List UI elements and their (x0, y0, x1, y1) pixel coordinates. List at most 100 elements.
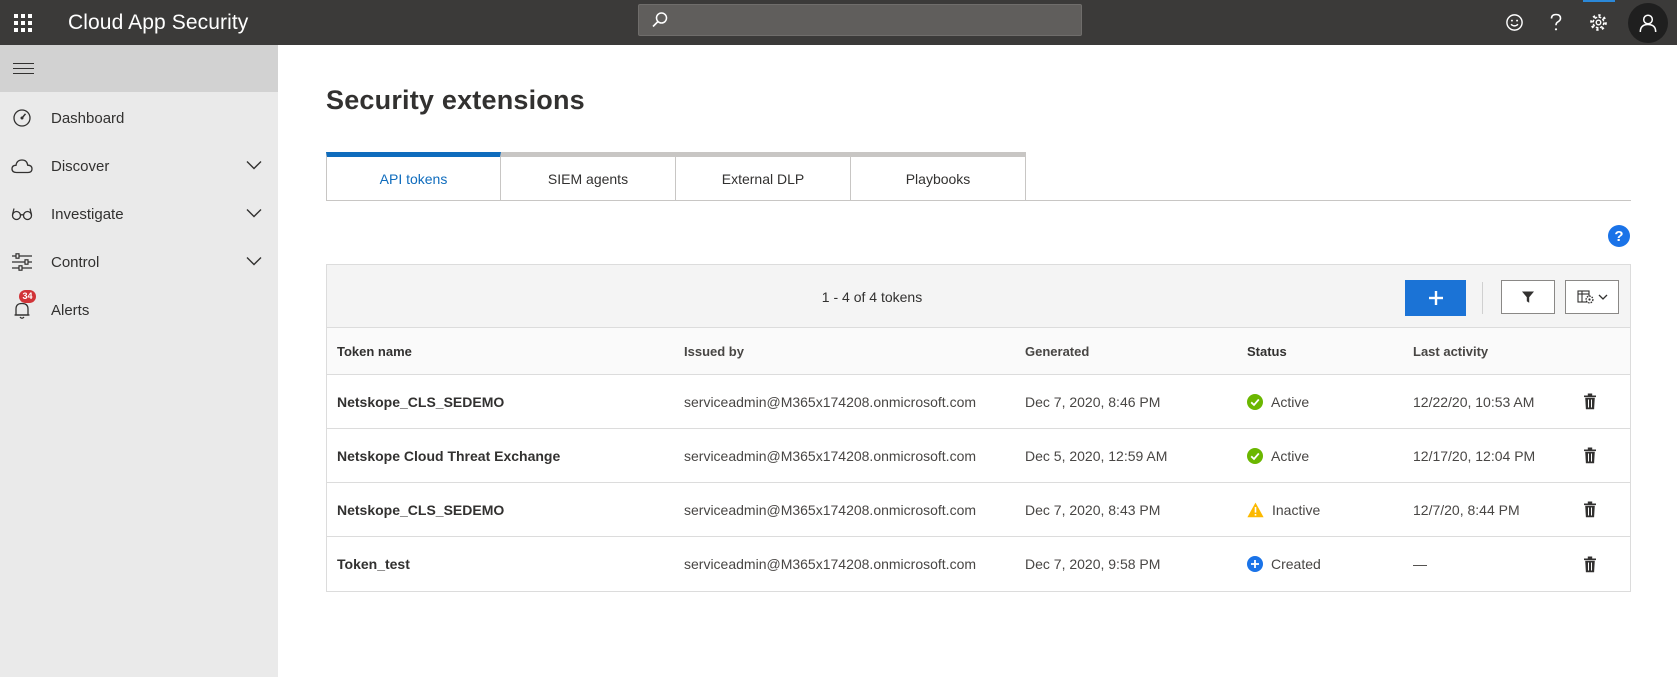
status-label: Active (1271, 447, 1310, 464)
issued-by-cell: serviceadmin@M365x174208.onmicrosoft.com (684, 447, 977, 464)
sidebar-item-label: Alerts (51, 301, 90, 319)
trash-icon (1584, 501, 1596, 518)
issued-by-cell: serviceadmin@M365x174208.onmicrosoft.com (684, 501, 977, 518)
help-icon[interactable]: ? (1608, 225, 1630, 247)
last-activity-cell: 12/17/20, 12:04 PM (1413, 447, 1536, 464)
trash-icon (1584, 556, 1596, 572)
dashboard-icon (11, 108, 33, 128)
token-name-cell: Token_test (337, 537, 410, 591)
generated-cell: Dec 7, 2020, 9:58 PM (1025, 556, 1161, 572)
sidebar: Dashboard Discover Investigate Control 3… (0, 45, 278, 677)
last-activity-cell: 12/7/20, 8:44 PM (1413, 501, 1520, 518)
table-settings-icon (1576, 290, 1594, 304)
tab-api-tokens[interactable]: API tokens (326, 152, 501, 201)
status-cell: Active (1247, 429, 1309, 482)
glasses-icon (11, 207, 33, 221)
delete-button[interactable] (1583, 375, 1597, 428)
settings-button[interactable] (1577, 0, 1619, 45)
chevron-down-icon (246, 161, 262, 170)
status-badge: Active (1247, 447, 1310, 464)
bell-icon: 34 (11, 290, 36, 320)
tab-bar: API tokens SIEM agents External DLP Play… (326, 152, 1026, 201)
collapse-nav-button[interactable] (0, 45, 278, 92)
alerts-count-badge: 34 (19, 290, 36, 303)
plus-icon (1428, 291, 1443, 305)
status-label: Active (1271, 393, 1310, 410)
table-row[interactable]: Netskope_CLS_SEDEMO serviceadmin@M365x17… (327, 483, 1630, 537)
status-cell: Created (1247, 537, 1321, 591)
chevron-down-icon (246, 209, 262, 218)
result-count: 1 - 4 of 4 tokens (821, 288, 923, 305)
trash-icon (1584, 447, 1596, 464)
help-button[interactable] (1535, 0, 1577, 45)
hamburger-icon (13, 59, 34, 78)
last-activity-cell: — (1413, 556, 1427, 572)
table-row[interactable]: Netskope Cloud Threat Exchange servicead… (327, 429, 1630, 483)
gear-icon (1589, 14, 1607, 31)
person-icon (1639, 13, 1657, 32)
feedback-button[interactable] (1493, 0, 1535, 45)
status-badge: Inactive (1247, 502, 1320, 518)
last-activity-cell: 12/22/20, 10:53 AM (1413, 393, 1535, 410)
chevron-down-icon (246, 257, 262, 266)
token-name: Netskope_CLS_SEDEMO (337, 501, 505, 518)
generated-cell: Dec 5, 2020, 12:59 AM (1025, 447, 1168, 464)
search-input[interactable] (638, 4, 1082, 36)
check-circle-icon (1247, 393, 1263, 410)
smiley-icon (1505, 14, 1523, 31)
column-header-issued-by[interactable]: Issued by (684, 328, 744, 374)
avatar[interactable] (1628, 2, 1668, 43)
add-token-button[interactable] (1405, 280, 1466, 316)
sidebar-item-investigate[interactable]: Investigate (0, 190, 278, 238)
column-header-generated[interactable]: Generated (1025, 328, 1089, 374)
status-label: Created (1271, 556, 1321, 572)
tokens-table: 1 - 4 of 4 tokens Token name Issued by G… (326, 264, 1631, 592)
filter-button[interactable] (1501, 280, 1555, 314)
status-label: Inactive (1272, 501, 1321, 518)
sidebar-item-discover[interactable]: Discover (0, 142, 278, 190)
account-area (1619, 0, 1677, 45)
status-cell: Inactive (1247, 483, 1320, 536)
table-header-row: Token name Issued by Generated Status La… (327, 328, 1630, 375)
token-name-cell: Netskope Cloud Threat Exchange (337, 429, 560, 482)
issued-by-cell: serviceadmin@M365x174208.onmicrosoft.com (684, 393, 977, 410)
token-name-cell: Netskope_CLS_SEDEMO (337, 375, 504, 428)
page-title: Security extensions (326, 85, 585, 115)
waffle-icon (13, 13, 32, 32)
main-content: Security extensions API tokens SIEM agen… (278, 45, 1677, 677)
token-name: Token_test (337, 556, 410, 572)
issued-by-cell: serviceadmin@M365x174208.onmicrosoft.com (684, 556, 977, 572)
column-header-last-activity[interactable]: Last activity (1413, 328, 1488, 374)
sliders-icon (11, 253, 33, 271)
column-header-status[interactable]: Status (1247, 328, 1287, 374)
sidebar-item-dashboard[interactable]: Dashboard (0, 94, 278, 142)
delete-button[interactable] (1583, 429, 1597, 482)
chevron-down-icon (1598, 294, 1607, 300)
delete-button[interactable] (1583, 483, 1597, 536)
tab-external-dlp[interactable]: External DLP (676, 152, 851, 201)
delete-button[interactable] (1583, 537, 1597, 591)
table-row[interactable]: Netskope_CLS_SEDEMO serviceadmin@M365x17… (327, 375, 1630, 429)
toolbar-separator (1482, 282, 1483, 314)
cloud-icon (11, 158, 33, 174)
check-circle-icon (1247, 447, 1263, 464)
tab-siem-agents[interactable]: SIEM agents (501, 152, 676, 201)
column-header-token-name[interactable]: Token name (337, 328, 412, 374)
app-launcher-button[interactable] (0, 0, 45, 45)
token-name: Netskope_CLS_SEDEMO (337, 393, 505, 410)
sidebar-item-control[interactable]: Control (0, 238, 278, 286)
top-bar: Cloud App Security (0, 0, 1677, 45)
sidebar-item-label: Discover (51, 157, 110, 175)
column-settings-button[interactable] (1565, 280, 1619, 314)
token-name: Netskope Cloud Threat Exchange (337, 447, 561, 464)
top-actions (1493, 0, 1677, 45)
tab-playbooks[interactable]: Playbooks (851, 152, 1026, 201)
status-badge: Created (1247, 556, 1321, 572)
table-toolbar: 1 - 4 of 4 tokens (327, 265, 1630, 328)
status-badge: Active (1247, 393, 1310, 410)
sidebar-item-label: Control (51, 253, 100, 271)
table-row[interactable]: Token_test serviceadmin@M365x174208.onmi… (327, 537, 1630, 591)
token-name-cell: Netskope_CLS_SEDEMO (337, 483, 504, 536)
sidebar-item-label: Investigate (51, 205, 124, 223)
sidebar-item-alerts[interactable]: 34 Alerts (0, 286, 278, 334)
